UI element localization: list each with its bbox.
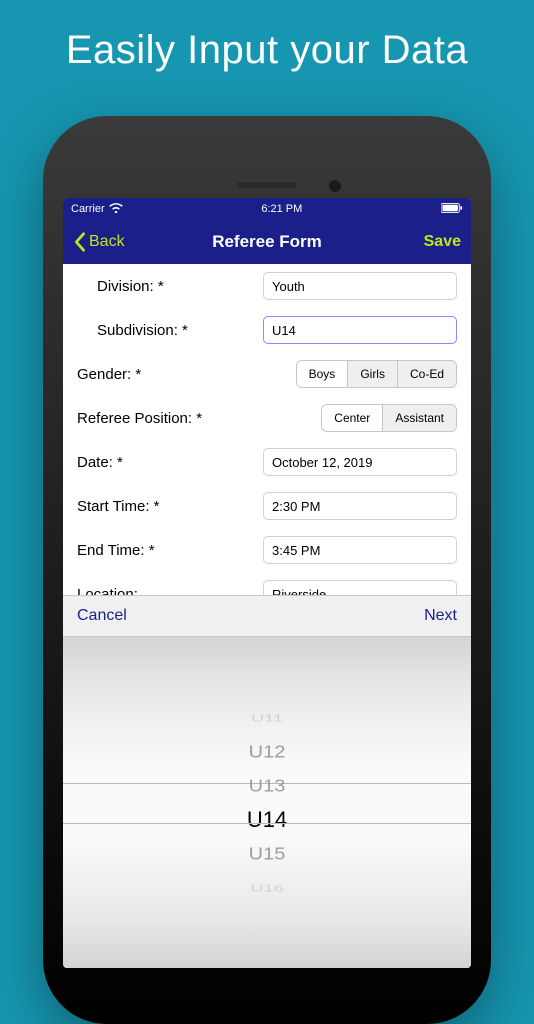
- label-end-time: End Time: *: [77, 542, 263, 559]
- row-start-time: Start Time: *: [63, 484, 471, 528]
- phone-screen: Carrier 6:21 PM Back Referee Form Save: [63, 198, 471, 968]
- row-location: Location:: [63, 572, 471, 595]
- battery-icon: [441, 203, 463, 216]
- back-label: Back: [89, 233, 125, 251]
- input-subdivision[interactable]: [263, 316, 457, 344]
- input-location[interactable]: [263, 580, 457, 595]
- carrier-label: Carrier: [71, 203, 105, 215]
- phone-frame: Carrier 6:21 PM Back Referee Form Save: [47, 120, 487, 1020]
- picker-cancel-button[interactable]: Cancel: [77, 607, 127, 625]
- picker-item-u11[interactable]: U11: [251, 708, 283, 727]
- row-referee-position: Referee Position: * Center Assistant: [63, 396, 471, 440]
- nav-bar: Back Referee Form Save: [63, 220, 471, 264]
- camera-dot: [329, 180, 341, 192]
- back-button[interactable]: Back: [73, 232, 125, 252]
- input-end-time[interactable]: [263, 536, 457, 564]
- picker-toolbar: Cancel Next: [63, 595, 471, 637]
- segmented-gender: Boys Girls Co-Ed: [296, 360, 457, 388]
- label-date: Date: *: [77, 454, 263, 471]
- row-end-time: End Time: *: [63, 528, 471, 572]
- row-gender: Gender: * Boys Girls Co-Ed: [63, 352, 471, 396]
- segmented-ref-position: Center Assistant: [321, 404, 457, 432]
- save-button[interactable]: Save: [424, 233, 461, 251]
- seg-gender-coed[interactable]: Co-Ed: [398, 361, 456, 387]
- label-division: Division: *: [97, 278, 263, 295]
- label-subdivision: Subdivision: *: [97, 322, 263, 339]
- seg-gender-boys[interactable]: Boys: [297, 361, 349, 387]
- seg-ref-center[interactable]: Center: [322, 405, 383, 431]
- row-division: Division: *: [63, 264, 471, 308]
- picker-item-u12[interactable]: U12: [249, 736, 286, 767]
- phone-notch: [63, 136, 471, 198]
- picker-item-u13[interactable]: U13: [249, 770, 286, 801]
- speaker-grille: [237, 182, 297, 188]
- picker-item-u16[interactable]: U16: [250, 878, 283, 897]
- row-subdivision: Subdivision: *: [63, 308, 471, 352]
- picker-item-u14[interactable]: U14: [247, 803, 287, 837]
- label-gender: Gender: *: [77, 366, 296, 383]
- label-start-time: Start Time: *: [77, 498, 263, 515]
- seg-ref-assistant[interactable]: Assistant: [383, 405, 456, 431]
- picker-next-button[interactable]: Next: [424, 607, 457, 625]
- input-start-time[interactable]: [263, 492, 457, 520]
- seg-gender-girls[interactable]: Girls: [348, 361, 398, 387]
- input-division[interactable]: [263, 272, 457, 300]
- picker-item-u15[interactable]: U15: [249, 838, 286, 869]
- row-date: Date: *: [63, 440, 471, 484]
- picker-wheel[interactable]: U11 U12 U13 U14 U15 U16: [63, 637, 471, 968]
- input-date[interactable]: [263, 448, 457, 476]
- form-area: Division: * Subdivision: * Gender: * Boy…: [63, 264, 471, 595]
- chevron-left-icon: [73, 232, 86, 252]
- status-time: 6:21 PM: [123, 203, 441, 215]
- status-bar: Carrier 6:21 PM: [63, 198, 471, 220]
- wifi-icon: [109, 203, 123, 216]
- label-referee-position: Referee Position: *: [77, 410, 321, 427]
- label-location: Location:: [77, 586, 263, 596]
- promo-title: Easily Input your Data: [0, 0, 534, 73]
